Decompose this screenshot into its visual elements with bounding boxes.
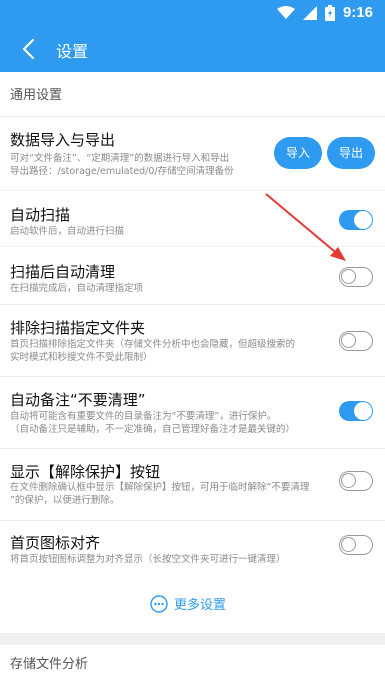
settings-row-show-unprotect[interactable]: 显示【解除保护】按钮 在文件删除确认框中显示【解除保护】按钮，可用于临时解除“不… <box>0 448 385 520</box>
row-desc: （自动备注只是辅助，不一定准确，自己管理好备注才是最关键的） <box>10 424 296 435</box>
back-arrow-icon[interactable] <box>18 37 40 61</box>
wifi-icon <box>276 5 295 19</box>
row-title: 显示【解除保护】按钮 <box>10 463 161 481</box>
row-desc: 将首页按钮图标调整为对齐显示（长按空文件夹可进行一键清理） <box>10 554 286 565</box>
section-header-storage: 存储文件分析 <box>10 657 89 672</box>
export-button[interactable]: 导出 <box>327 137 375 169</box>
status-bar: 9:16 <box>0 0 385 26</box>
settings-row-import-export: 数据导入与导出 可对“文件备注”、“定期清理”的数据进行导入和导出 导出路径：/… <box>0 116 385 190</box>
row-desc: 自动将可能含有重要文件的目录备注为“不要清理”，进行保护。 <box>10 411 277 422</box>
app-bar: 设置 <box>0 26 385 72</box>
row-desc: 在文件删除确认框中显示【解除保护】按钮，可用于临时解除“不要清理 <box>10 482 310 493</box>
show-unprotect-toggle[interactable] <box>339 471 373 491</box>
row-desc: 导出路径：/storage/emulated/0/存储空间清理备份 <box>10 166 234 177</box>
more-settings-label: 更多设置 <box>174 598 227 613</box>
row-title: 自动扫描 <box>10 206 71 224</box>
toggle-knob <box>354 211 372 229</box>
row-desc: 在扫描完成后，自动清理指定项 <box>10 283 144 294</box>
row-title: 自动备注“不要清理” <box>10 391 146 409</box>
more-settings-link[interactable]: 更多设置 <box>150 594 226 613</box>
exclude-folder-toggle[interactable] <box>339 331 373 351</box>
row-desc: 首页扫描排除指定文件夹（存储文件分析中也会隐藏，但超级搜索的 <box>10 339 296 350</box>
row-desc: ”的保护，以便进行删除。 <box>10 495 120 506</box>
toggle-knob <box>341 473 356 488</box>
row-desc: 启动软件后，自动进行扫描 <box>10 226 125 237</box>
signal-icon <box>302 5 317 20</box>
more-dots-icon <box>150 594 168 613</box>
settings-row-exclude-folder[interactable]: 排除扫描指定文件夹 首页扫描排除指定文件夹（存储文件分析中也会隐藏，但超级搜索的… <box>0 304 385 376</box>
battery-icon <box>324 4 335 21</box>
section-header-general: 通用设置 <box>10 88 63 103</box>
align-icons-toggle[interactable] <box>339 535 373 555</box>
toggle-knob <box>341 333 356 348</box>
annotation-arrow <box>265 193 346 261</box>
row-title: 数据导入与导出 <box>10 131 116 149</box>
settings-row-align-icons[interactable]: 首页图标对齐 将首页按钮图标调整为对齐显示（长按空文件夹可进行一键清理） <box>0 520 385 578</box>
section-separator <box>0 633 385 645</box>
row-desc: 实时模式和秒搜文件不受此限制） <box>10 352 153 363</box>
row-title: 扫描后自动清理 <box>10 263 116 281</box>
status-time: 9:16 <box>342 4 373 21</box>
row-title: 排除扫描指定文件夹 <box>10 319 146 337</box>
import-button[interactable]: 导入 <box>274 137 322 169</box>
status-icons: 9:16 <box>276 4 373 21</box>
toggle-knob <box>341 537 356 552</box>
toggle-knob <box>341 269 356 284</box>
settings-row-auto-note[interactable]: 自动备注“不要清理” 自动将可能含有重要文件的目录备注为“不要清理”，进行保护。… <box>0 376 385 448</box>
row-title: 首页图标对齐 <box>10 534 101 552</box>
row-desc: 可对“文件备注”、“定期清理”的数据进行导入和导出 <box>10 153 230 164</box>
toggle-knob <box>354 402 372 420</box>
auto-note-toggle[interactable] <box>339 401 373 421</box>
page-title: 设置 <box>56 42 89 61</box>
auto-clean-toggle[interactable] <box>339 267 373 287</box>
